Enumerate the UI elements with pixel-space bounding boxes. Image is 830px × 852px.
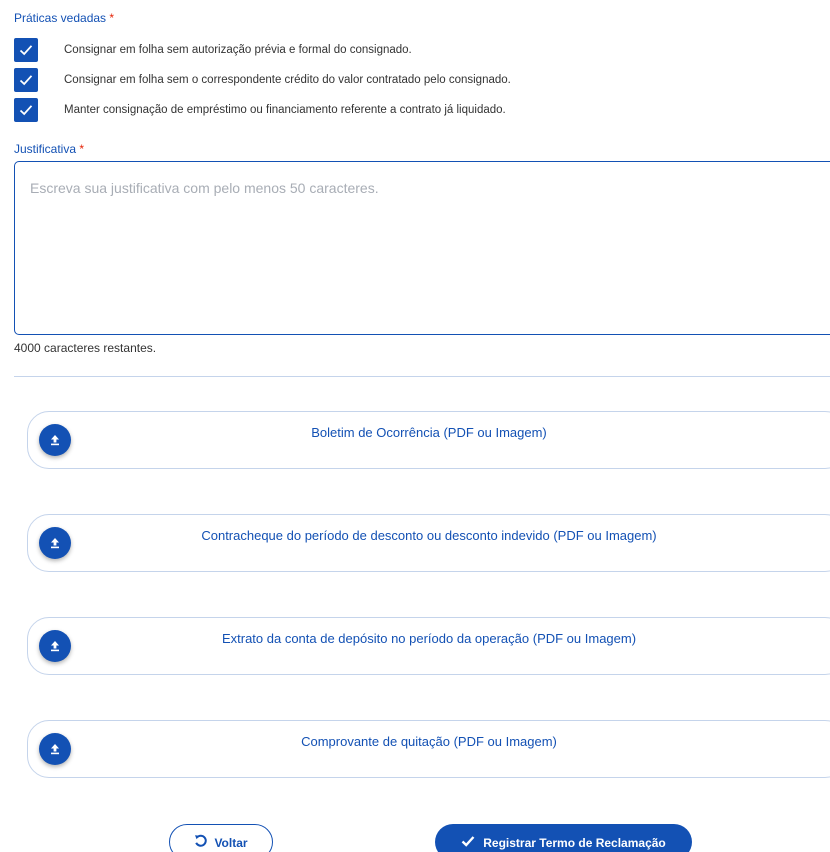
- submit-button[interactable]: Registrar Termo de Reclamação: [435, 824, 692, 852]
- upload-field-comprovante[interactable]: Comprovante de quitação (PDF ou Imagem): [27, 720, 830, 778]
- back-button[interactable]: Voltar: [169, 824, 273, 852]
- checkbox-row-2[interactable]: Consignar em folha sem o correspondente …: [14, 68, 511, 92]
- check-icon: [19, 45, 33, 56]
- required-mark: *: [109, 11, 115, 25]
- check-icon: [19, 105, 33, 116]
- required-mark: *: [79, 142, 85, 156]
- checkbox-checked[interactable]: [14, 68, 38, 92]
- check-icon: [461, 836, 475, 847]
- justificativa-textarea[interactable]: Escreva sua justificativa com pelo menos…: [14, 161, 830, 335]
- checkbox-row-3[interactable]: Manter consignação de empréstimo ou fina…: [14, 98, 506, 122]
- checkbox-checked[interactable]: [14, 98, 38, 122]
- praticas-label: Práticas vedadas *: [14, 11, 114, 25]
- upload-label: Boletim de Ocorrência (PDF ou Imagem): [311, 425, 547, 440]
- textarea-placeholder: Escreva sua justificativa com pelo menos…: [30, 180, 379, 196]
- upload-field-contracheque[interactable]: Contracheque do período de desconto ou d…: [27, 514, 830, 572]
- char-counter: 4000 caracteres restantes.: [14, 341, 157, 355]
- upload-label: Comprovante de quitação (PDF ou Imagem): [301, 734, 557, 749]
- divider: [14, 376, 830, 377]
- checkbox-label: Consignar em folha sem autorização prévi…: [64, 44, 412, 56]
- checkbox-label: Manter consignação de empréstimo ou fina…: [64, 104, 506, 116]
- back-button-label: Voltar: [214, 836, 248, 850]
- justificativa-label: Justificativa *: [14, 142, 84, 156]
- checkbox-label: Consignar em folha sem o correspondente …: [64, 74, 511, 86]
- upload-label: Contracheque do período de desconto ou d…: [201, 528, 657, 543]
- checkbox-row-1[interactable]: Consignar em folha sem autorização prévi…: [14, 38, 412, 62]
- upload-field-extrato[interactable]: Extrato da conta de depósito no período …: [27, 617, 830, 675]
- upload-label: Extrato da conta de depósito no período …: [221, 631, 637, 646]
- complaint-form: Práticas vedadas * Consignar em folha se…: [0, 0, 830, 852]
- checkbox-checked[interactable]: [14, 38, 38, 62]
- praticas-label-text: Práticas vedadas: [14, 11, 107, 25]
- undo-icon: [195, 834, 208, 847]
- justificativa-label-text: Justificativa: [14, 142, 77, 156]
- check-icon: [19, 75, 33, 86]
- upload-field-boletim[interactable]: Boletim de Ocorrência (PDF ou Imagem): [27, 411, 830, 469]
- submit-button-label: Registrar Termo de Reclamação: [483, 836, 666, 850]
